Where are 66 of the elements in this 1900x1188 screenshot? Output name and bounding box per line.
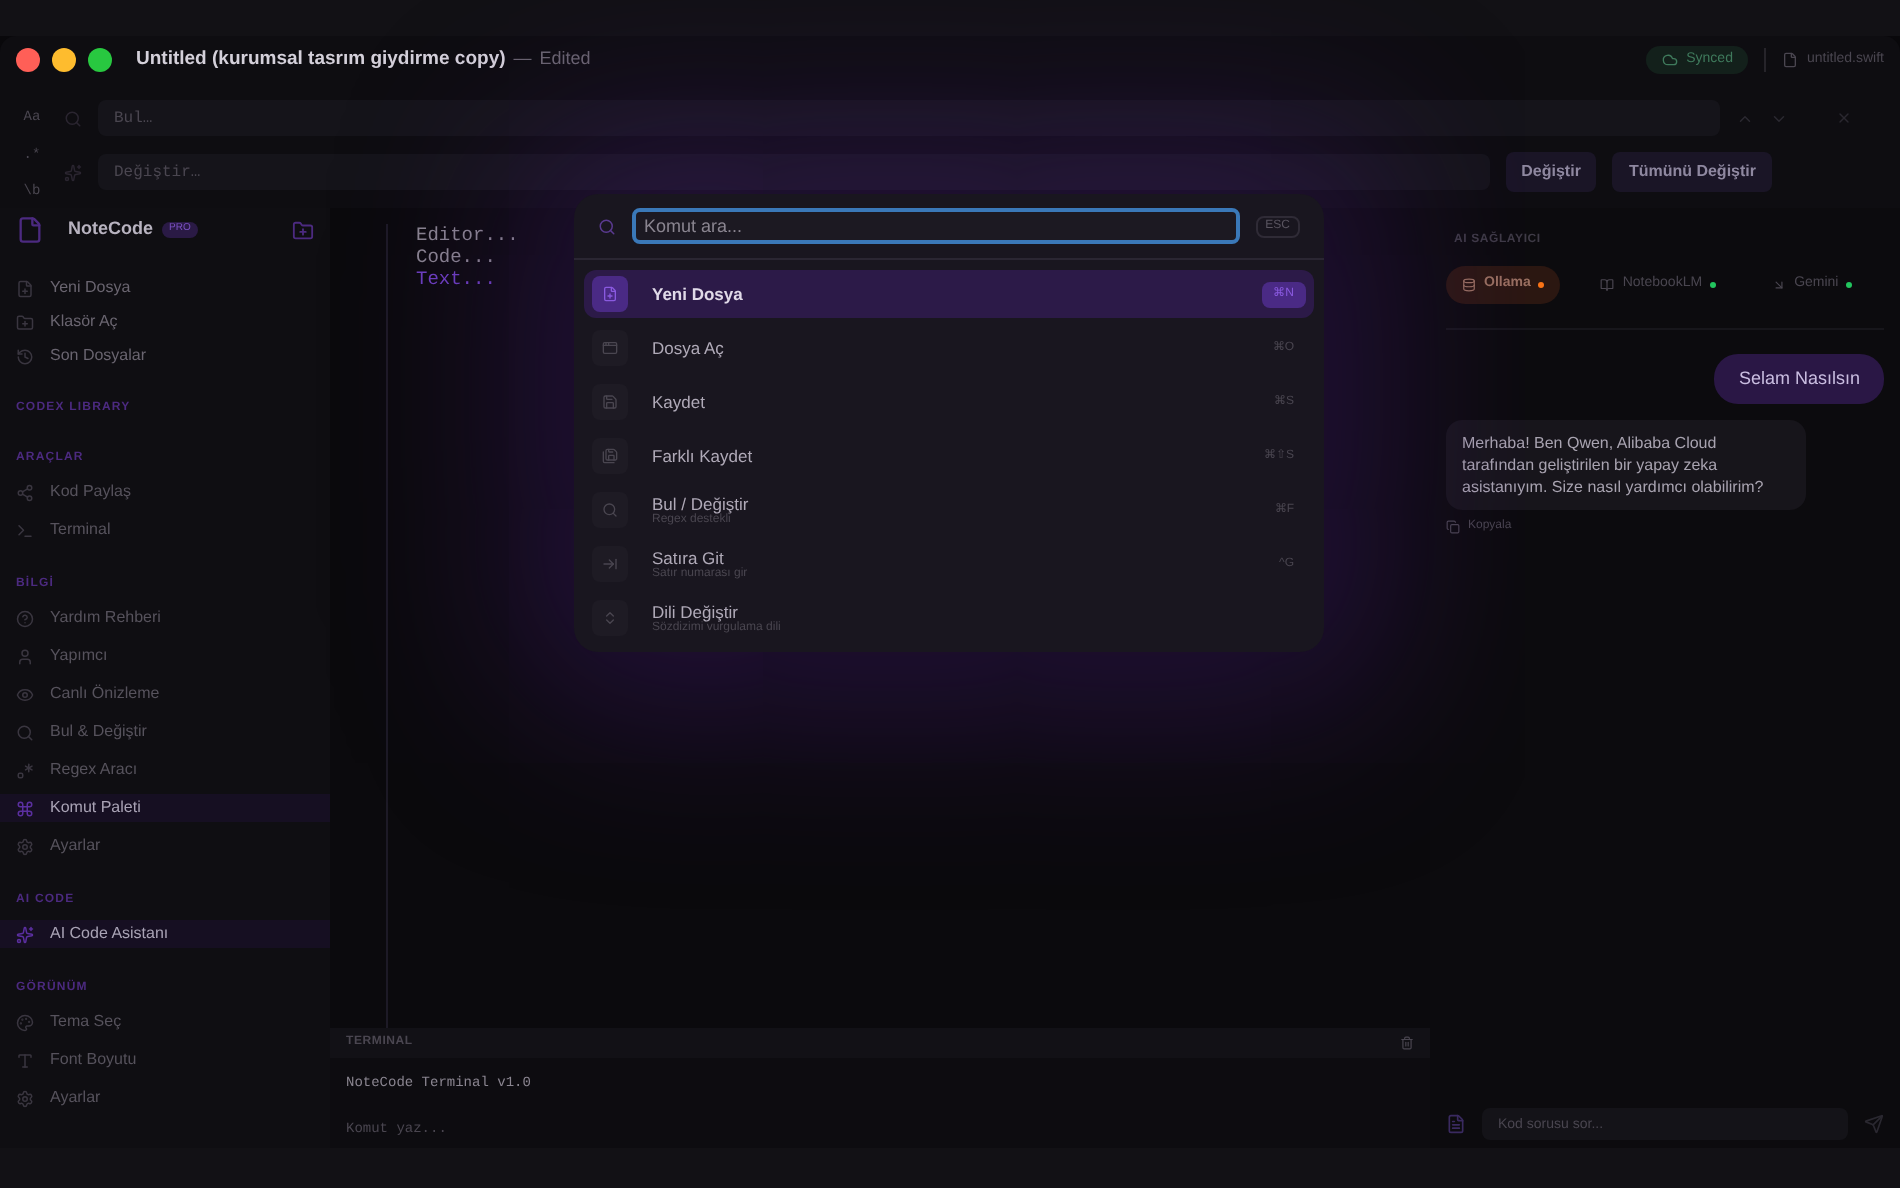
sidebar-item[interactable]: Yardım Rehberi [0, 604, 330, 632]
send-icon[interactable] [1864, 1114, 1884, 1134]
replace-icon [64, 163, 82, 181]
sidebar-item[interactable]: Klasör Aç [16, 310, 314, 334]
sidebar-item[interactable]: Terminal [0, 516, 330, 544]
save-all-icon [602, 448, 618, 464]
trash-icon[interactable] [1400, 1036, 1414, 1050]
search-icon [16, 723, 34, 741]
title-separator: — [513, 46, 532, 73]
help-icon [16, 609, 34, 627]
arrow-to-line-icon [602, 556, 618, 572]
save-icon [602, 394, 618, 410]
folder-plus-icon [16, 313, 34, 331]
search-icon [64, 109, 82, 127]
sidebar-item[interactable]: Tema Seç [0, 1008, 330, 1036]
sidebar-item[interactable]: Ayarlar [0, 832, 330, 860]
file-icon [1782, 52, 1799, 68]
code-line: Code... [416, 246, 498, 268]
terminal-icon [16, 521, 34, 539]
sidebar-item[interactable]: Canlı Önizleme [0, 680, 330, 708]
folder-icon[interactable] [292, 219, 314, 241]
clock-icon [16, 347, 34, 365]
command-icon [16, 799, 34, 817]
user-message: Selam Nasılsın [1714, 353, 1884, 404]
share-icon [16, 483, 34, 501]
regex-icon [16, 761, 34, 779]
app-logo-icon [16, 216, 44, 244]
palette-icon [16, 1013, 34, 1031]
sidebar-item[interactable]: Ayarlar [0, 1084, 330, 1112]
settings-icon [16, 1089, 34, 1107]
code-line: Editor... [416, 224, 519, 246]
copy-icon [1446, 520, 1460, 534]
code-line: Text... [416, 268, 498, 290]
eye-icon [16, 685, 34, 703]
close-icon[interactable] [1836, 110, 1852, 126]
window-title: Untitled (kurumsal tasrım giydirme copy) [136, 45, 506, 74]
sidebar-item[interactable]: Yapımcı [0, 642, 330, 670]
settings-icon [16, 837, 34, 855]
search-icon [598, 217, 616, 235]
file-plus-icon [16, 279, 34, 297]
search-icon [602, 502, 618, 518]
replace-all-button[interactable]: Tümünü Değiştir [1612, 152, 1772, 192]
cloud-icon [1662, 52, 1679, 68]
sidebar-item[interactable]: AI Code Asistanı [0, 920, 330, 948]
arrow-icon [1772, 277, 1787, 292]
up-down-chevron-icon [602, 610, 618, 626]
sidebar-item[interactable]: Yeni Dosya [16, 276, 314, 300]
sidebar-item[interactable]: Son Dosyalar [16, 344, 314, 368]
user-icon [16, 647, 34, 665]
sidebar-item[interactable]: Bul & Değiştir [0, 718, 330, 746]
sidebar-item[interactable]: Komut Paleti [0, 794, 330, 822]
window-icon [602, 340, 618, 356]
assistant-message: Merhaba! Ben Qwen, Alibaba Cloud tarafından geliştirilen bir yapay zeka asistanıyım. Size nasıl yardımcı olabilirim? [1446, 420, 1806, 510]
sidebar-item[interactable]: Font Boyutu [0, 1046, 330, 1074]
sidebar-item[interactable]: Kod Paylaş [0, 478, 330, 506]
edited-label: Edited [539, 46, 591, 73]
text-size-icon [16, 1051, 34, 1069]
app-name: NoteCode [68, 216, 153, 243]
attach-icon[interactable] [1446, 1114, 1466, 1134]
database-icon [1462, 277, 1476, 292]
replace-button[interactable]: Değiştir [1505, 152, 1597, 192]
file-plus-icon [602, 286, 618, 302]
command-search-field[interactable]: Komut ara... [632, 208, 1240, 244]
sidebar-item[interactable]: Regex Aracı [0, 756, 330, 784]
book-icon [1600, 277, 1615, 292]
sparkles-icon [16, 925, 34, 943]
